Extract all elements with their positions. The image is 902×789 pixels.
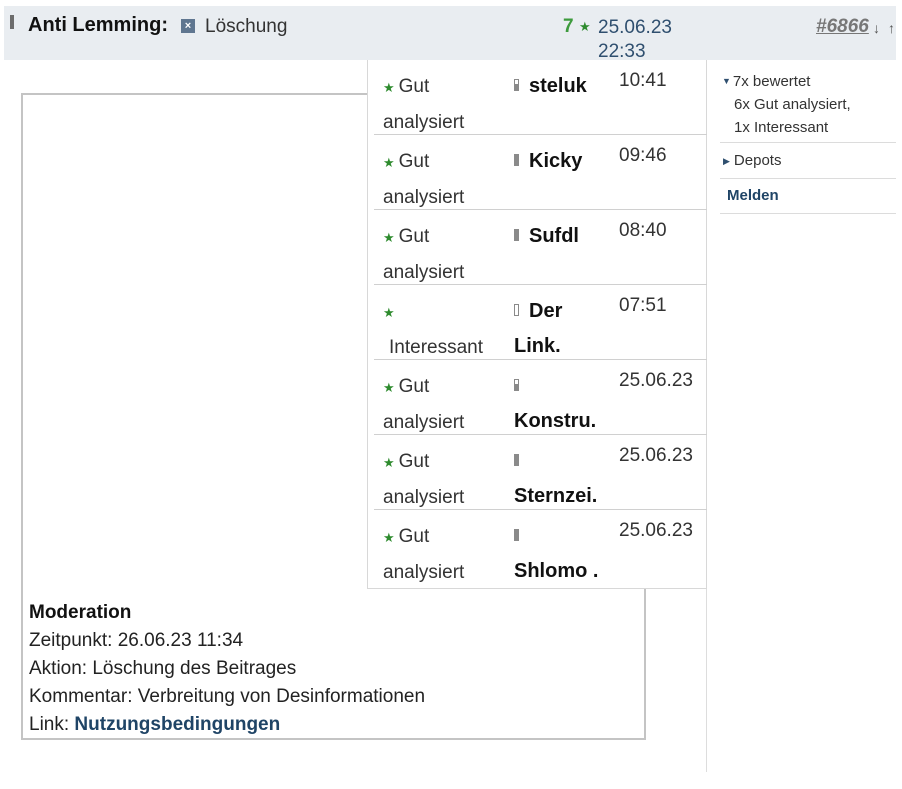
depots-toggle[interactable]: ▶ Depots xyxy=(720,143,896,179)
star-icon: ★ xyxy=(383,80,395,95)
moderation-time: Zeitpunkt: 26.06.23 11:34 xyxy=(29,630,244,651)
rating-type-label: Interessant xyxy=(389,337,483,358)
ratings-summary-label[interactable]: 7x bewertet xyxy=(733,73,811,90)
moderation-comment: Kommentar: Verbreitung von Desinformatio… xyxy=(29,686,426,707)
report-link[interactable]: Melden xyxy=(720,179,896,214)
rating-row: ★ Gut analysiert Sternzei. 25.06.23 xyxy=(374,435,707,510)
rating-type-label: Gut analysiert xyxy=(383,376,465,433)
author-name[interactable]: Anti Lemming: xyxy=(28,14,168,37)
user-level-icon xyxy=(514,379,519,391)
star-icon: ★ xyxy=(383,305,395,320)
post-sidebar: ▼ 7x bewertet 6x Gut analysiert, 1x Inter… xyxy=(720,66,896,214)
rating-time: 07:51 xyxy=(619,295,667,316)
rating-user-name[interactable]: Konstru. xyxy=(514,410,596,432)
arrow-down-icon[interactable]: ↓ xyxy=(873,20,880,36)
post-header: Anti Lemming: × Löschung 7 ★ 25.06.23 22… xyxy=(4,6,896,62)
moderation-notice: Moderation Zeitpunkt: 26.06.23 11:34 Akt… xyxy=(29,599,425,739)
rating-user[interactable]: Sternzei. xyxy=(514,444,614,514)
rating-user-name[interactable]: Shlomo . xyxy=(514,560,598,582)
star-icon: ★ xyxy=(383,155,395,170)
rating-type: ★ Gut analysiert xyxy=(383,444,513,515)
ratings-popup: ★ Gut analysiert steluk 10:41 ★ Gut analys… xyxy=(367,60,707,589)
rating-row: ★ Gut analysiert Shlomo . 25.06.23 xyxy=(374,510,707,585)
rating-user[interactable]: steluk xyxy=(514,69,614,104)
rating-type-label: Gut analysiert xyxy=(383,226,465,283)
post-status: Löschung xyxy=(205,16,288,37)
rating-row: ★ Gut analysiert Sufdl 08:40 xyxy=(374,210,707,285)
star-icon: ★ xyxy=(383,455,395,470)
rating-type: ★ Gut analysiert xyxy=(383,219,513,290)
rating-row: ★ Gut analysiert Konstru. 25.06.23 xyxy=(374,360,707,435)
moderation-action: Aktion: Löschung des Beitrages xyxy=(29,658,297,679)
moderation-link-line: Link: Nutzungsbedingungen xyxy=(29,711,425,739)
rating-row: ★ Gut analysiert Kicky 09:46 xyxy=(374,135,707,210)
rating-type-label: Gut analysiert xyxy=(383,526,465,583)
rating-user-name[interactable]: Der Link. xyxy=(514,300,562,357)
rating-type: ★ Gut analysiert xyxy=(383,519,513,590)
rating-user[interactable]: Sufdl xyxy=(514,219,614,254)
rating-user-name[interactable]: Sternzei. xyxy=(514,485,597,507)
rating-user[interactable]: Kicky xyxy=(514,144,614,179)
moderation-link-prefix: Link: xyxy=(29,714,75,735)
rating-type: ★ Gut analysiert xyxy=(383,69,513,140)
rating-time: 10:41 xyxy=(619,70,667,91)
depots-label[interactable]: Depots xyxy=(734,152,782,169)
rating-time: 09:46 xyxy=(619,145,667,166)
rating-time: 25.06.23 xyxy=(619,445,693,466)
user-level-icon xyxy=(514,304,519,316)
rating-user[interactable]: Shlomo . xyxy=(514,519,614,589)
rating-time: 25.06.23 xyxy=(619,370,693,391)
ratings-summary[interactable]: ▼ 7x bewertet 6x Gut analysiert, 1x Inter… xyxy=(720,66,896,143)
post-date: 25.06.23 22:33 xyxy=(598,16,688,64)
rating-type: ★ Gut analysiert xyxy=(383,369,513,440)
rating-type-label: Gut analysiert xyxy=(383,151,465,208)
caret-right-icon: ▶ xyxy=(723,156,730,166)
ratings-detail-interesting: 1x Interessant xyxy=(734,119,829,136)
star-icon: ★ xyxy=(383,230,395,245)
rating-user-name[interactable]: steluk xyxy=(529,75,587,97)
rating-user[interactable]: Konstru. xyxy=(514,369,614,439)
rating-row: ★ Gut analysiert steluk 10:41 xyxy=(374,60,707,135)
post-date-day: 25.06.23 xyxy=(598,17,672,38)
user-level-icon xyxy=(514,79,519,91)
post-number-link[interactable]: #6866 xyxy=(816,16,869,38)
moderation-title: Moderation xyxy=(29,602,132,623)
arrow-up-icon[interactable]: ↑ xyxy=(888,20,895,36)
user-status-bar xyxy=(10,15,14,29)
star-icon: ★ xyxy=(383,380,395,395)
star-icon: ★ xyxy=(383,530,395,545)
terms-link[interactable]: Nutzungsbedingungen xyxy=(74,714,280,735)
user-level-icon xyxy=(514,229,519,241)
caret-down-icon: ▼ xyxy=(722,76,731,86)
user-level-icon xyxy=(514,154,519,166)
ratings-detail-good: 6x Gut analysiert, xyxy=(734,96,851,113)
rating-user[interactable]: Der Link. xyxy=(514,294,614,364)
rating-type-label: Gut analysiert xyxy=(383,76,465,133)
rating-count[interactable]: 7 xyxy=(563,16,574,38)
rating-type-label: Gut analysiert xyxy=(383,451,465,508)
user-level-icon xyxy=(514,454,519,466)
user-level-icon xyxy=(514,529,519,541)
rating-user-name[interactable]: Kicky xyxy=(529,150,582,172)
rating-star-icon: ★ xyxy=(579,19,591,34)
rating-user-name[interactable]: Sufdl xyxy=(529,225,579,247)
rating-time: 25.06.23 xyxy=(619,520,693,541)
ratings-summary-line[interactable]: ▼ 7x bewertet xyxy=(722,70,896,93)
rating-time: 08:40 xyxy=(619,220,667,241)
rating-type: ★ Gut analysiert xyxy=(383,144,513,215)
rating-type: ★ Interessant xyxy=(383,294,513,365)
rating-row: ★ Interessant Der Link. 07:51 xyxy=(374,285,707,360)
x-box-icon: × xyxy=(181,19,195,33)
